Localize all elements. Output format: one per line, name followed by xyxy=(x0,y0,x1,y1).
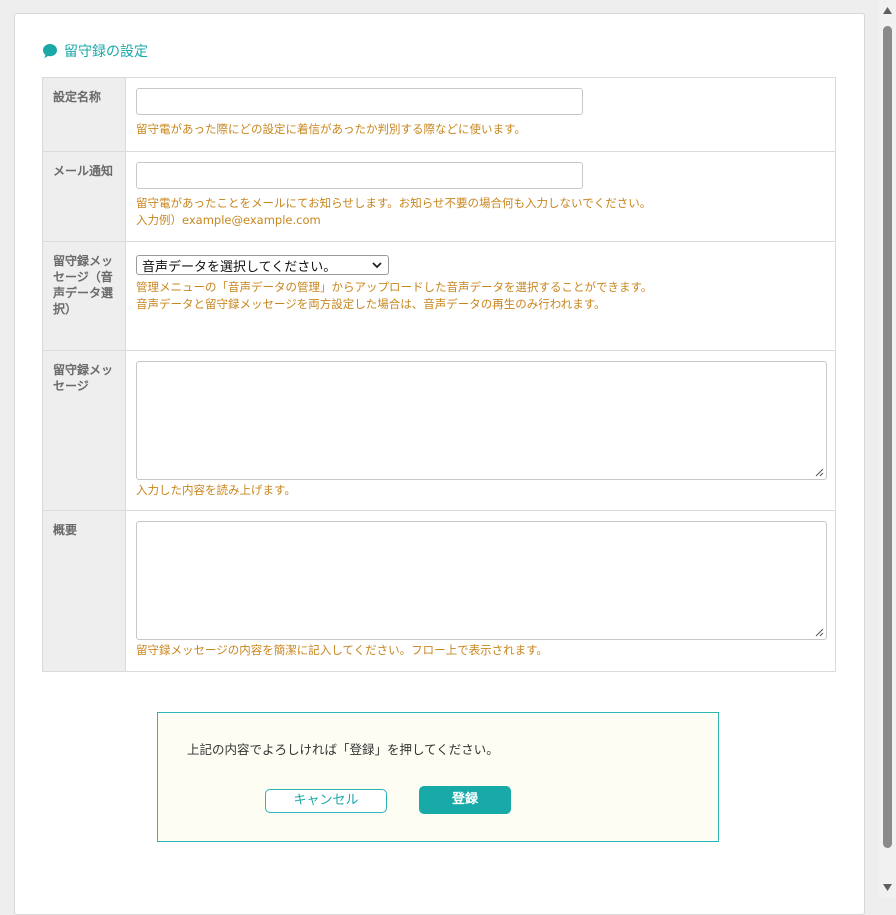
scroll-up-arrow-icon[interactable] xyxy=(882,6,893,15)
section-title-text: 留守録の設定 xyxy=(64,44,148,60)
scrollbar-thumb[interactable] xyxy=(883,26,892,848)
cancel-button[interactable]: キャンセル xyxy=(265,789,387,813)
voice-data-label: 留守録メッセージ（音声データ選択） xyxy=(42,241,126,351)
row-mail-notify: メール通知 留守電があったことをメールにてお知らせします。お知らせ不要の場合何も… xyxy=(42,151,836,242)
scroll-down-arrow-icon[interactable] xyxy=(882,883,893,892)
mail-notify-input[interactable] xyxy=(136,162,583,189)
row-summary: 概要 留守録メッセージの内容を簡潔に記入してください。フロー上で表示されます。 xyxy=(42,510,836,672)
summary-textarea[interactable] xyxy=(136,521,827,640)
resize-grip-icon[interactable] xyxy=(815,468,824,477)
mail-notify-example: 入力例）example@example.com xyxy=(136,213,321,227)
register-button[interactable]: 登録 xyxy=(419,786,511,814)
voice-data-help: 管理メニューの「音声データの管理」からアップロードした音声データを選択することが… xyxy=(136,280,653,294)
row-voice-data: 留守録メッセージ（音声データ選択） 音声データを選択してください。 管理メニュー… xyxy=(42,241,836,351)
message-textarea[interactable] xyxy=(136,361,827,480)
speech-bubble-icon xyxy=(43,44,57,59)
setting-name-help: 留守電があった際にどの設定に着信があったか判別する際などに使います。 xyxy=(136,122,526,136)
summary-label: 概要 xyxy=(42,510,126,672)
mail-notify-label: メール通知 xyxy=(42,151,126,242)
settings-form: 設定名称 留守電があった際にどの設定に着信があったか判別する際などに使います。 … xyxy=(42,77,836,672)
settings-panel: 留守録の設定 設定名称 留守電があった際にどの設定に着信があったか判別する際など… xyxy=(14,13,865,915)
row-message: 留守録メッセージ 入力した内容を読み上げます。 xyxy=(42,350,836,511)
resize-grip-icon[interactable] xyxy=(815,628,824,637)
chevron-down-icon xyxy=(372,262,382,269)
voice-data-note: 音声データと留守録メッセージを両方設定した場合は、音声データの再生のみ行われます… xyxy=(136,297,606,311)
section-title: 留守録の設定 xyxy=(42,40,148,62)
vertical-scrollbar[interactable] xyxy=(879,0,896,898)
message-label: 留守録メッセージ xyxy=(42,350,126,511)
setting-name-label: 設定名称 xyxy=(42,77,126,152)
message-help: 入力した内容を読み上げます。 xyxy=(136,483,296,497)
mail-notify-help: 留守電があったことをメールにてお知らせします。お知らせ不要の場合何も入力しないで… xyxy=(136,196,652,210)
summary-help: 留守録メッセージの内容を簡潔に記入してください。フロー上で表示されます。 xyxy=(136,643,548,657)
setting-name-input[interactable] xyxy=(136,88,583,115)
row-setting-name: 設定名称 留守電があった際にどの設定に着信があったか判別する際などに使います。 xyxy=(42,77,836,152)
confirm-message: 上記の内容でよろしければ「登録」を押してください。 xyxy=(187,742,499,757)
confirm-box: 上記の内容でよろしければ「登録」を押してください。 キャンセル 登録 xyxy=(157,712,719,842)
voice-data-select[interactable]: 音声データを選択してください。 xyxy=(136,255,389,275)
voice-data-selected: 音声データを選択してください。 xyxy=(142,259,337,275)
